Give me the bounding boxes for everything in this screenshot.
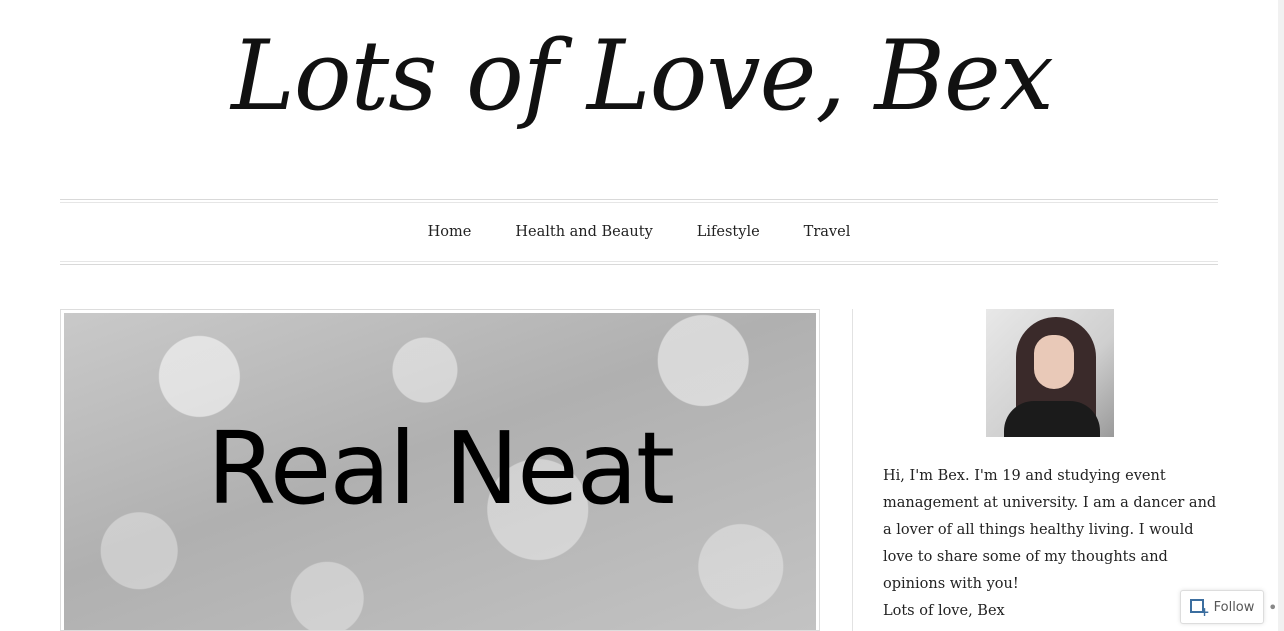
sidebar-divider	[852, 309, 853, 631]
follow-label: Follow	[1213, 599, 1255, 615]
featured-post-image[interactable]: Real Neat	[60, 309, 820, 631]
nav-item-home[interactable]: Home	[428, 224, 472, 240]
nav-item-lifestyle[interactable]: Lifestyle	[697, 224, 760, 240]
author-bio: Hi, I'm Bex. I'm 19 and studying event m…	[883, 463, 1218, 625]
nav-item-travel[interactable]: Travel	[804, 224, 851, 240]
scrollbar[interactable]	[1278, 0, 1284, 631]
bio-signoff: Lots of love, Bex	[883, 603, 1005, 619]
follow-icon	[1189, 599, 1210, 619]
nav-item-health-and-beauty[interactable]: Health and Beauty	[515, 224, 652, 240]
bio-text: Hi, I'm Bex. I'm 19 and studying event m…	[883, 468, 1217, 592]
featured-image-subtext-cropped	[181, 610, 701, 630]
main-navigation: Home Health and Beauty Lifestyle Travel	[60, 199, 1218, 265]
follow-button[interactable]: Follow	[1180, 590, 1264, 624]
author-avatar	[986, 309, 1114, 437]
site-title[interactable]: Lots of Love, Bex	[0, 6, 1284, 146]
featured-image-headline: Real Neat	[206, 410, 675, 527]
